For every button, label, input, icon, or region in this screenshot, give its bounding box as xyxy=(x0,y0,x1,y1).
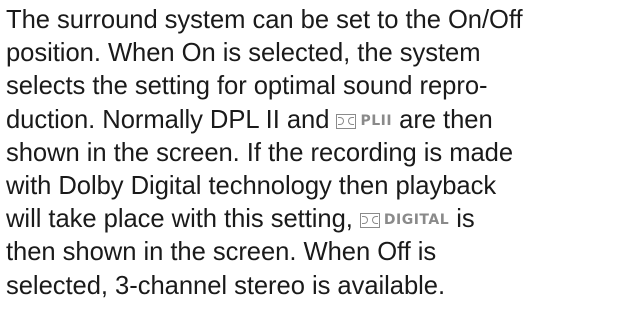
paragraph-line-6: with Dolby Digital technology then playb… xyxy=(6,172,497,201)
paragraph-line-1: The surround system can be set to the On… xyxy=(6,6,523,34)
surround-system-paragraph: The surround system can be set to the On… xyxy=(6,0,634,303)
double-d-icon xyxy=(336,113,357,129)
paragraph-line-2: position. When On is selected, the syste… xyxy=(6,39,481,68)
paragraph-line-7: will take place with this setting, DIGIT… xyxy=(6,203,634,236)
digital-logo-text: DIGITAL xyxy=(383,212,450,229)
paragraph-line-3: selects the setting for optimal sound re… xyxy=(6,72,488,101)
manual-page: The surround system can be set to the On… xyxy=(0,0,634,335)
line-4-text-before: duction. Normally DPL II and xyxy=(6,105,337,134)
dolby-pro-logic-ii-icon: PLII xyxy=(336,112,392,131)
paragraph-line-8: then shown in the screen. When Off is xyxy=(6,238,437,267)
paragraph-line-9: selected, 3-channel stereo is available. xyxy=(6,271,446,300)
line-4-text-after: are then xyxy=(392,105,493,134)
double-d-icon xyxy=(359,213,380,229)
line-7-text-before: will take place with this setting, xyxy=(6,205,360,234)
dolby-digital-icon: DIGITAL xyxy=(359,211,450,230)
line-7-text-after: is xyxy=(449,205,475,234)
pl2-logo-text: PLII xyxy=(360,112,393,129)
paragraph-line-4: duction. Normally DPL II and PLII are th… xyxy=(6,104,634,137)
paragraph-line-5: shown in the screen. If the recording is… xyxy=(6,138,514,167)
